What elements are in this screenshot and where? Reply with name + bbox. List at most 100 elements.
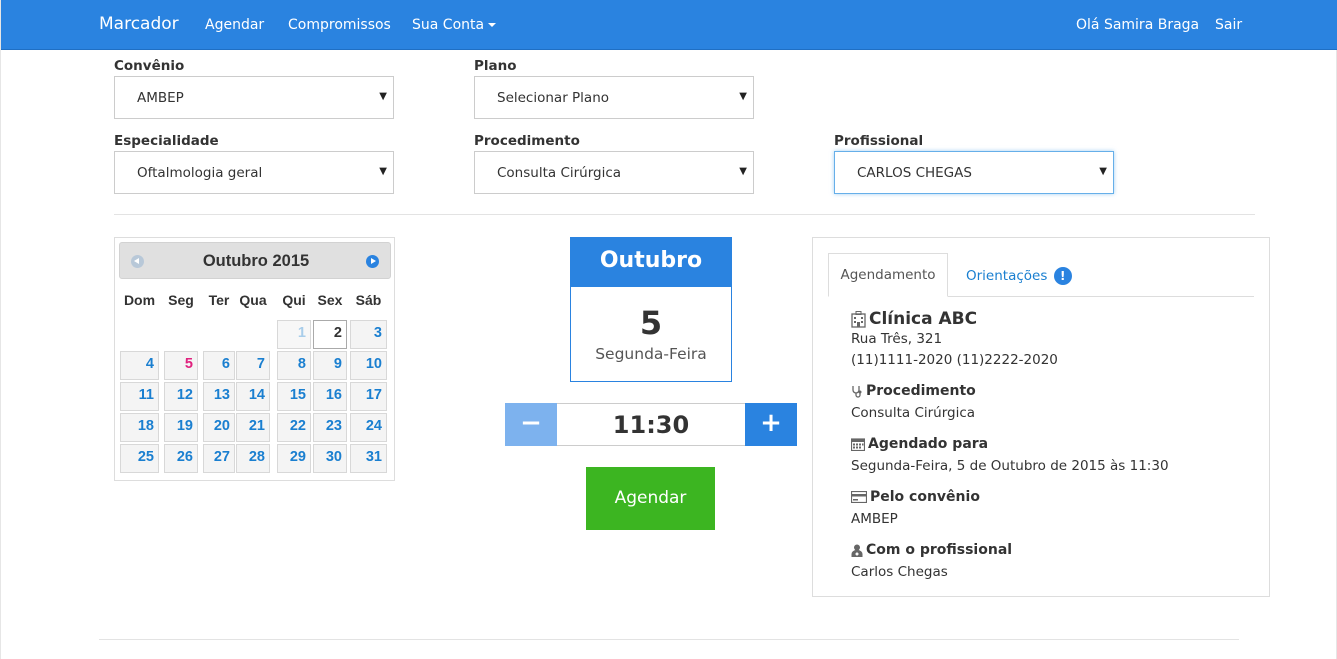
logout-link[interactable]: Sair: [1215, 17, 1242, 33]
caret-down-icon: [488, 23, 497, 27]
calendar-day[interactable]: 18: [120, 413, 159, 442]
clinic-phones: (11)1111-2020 (11)2222-2020: [851, 352, 1058, 368]
profissional-row: Com o profissional: [851, 542, 1012, 558]
divider: [114, 214, 1255, 215]
procedimento-row: Procedimento: [851, 383, 976, 399]
convenio-label: Convênio: [114, 58, 185, 74]
weekday-header: Dom: [123, 292, 156, 308]
procedimento-select[interactable]: Consulta Cirúrgica ▼: [474, 151, 754, 194]
convenio-select[interactable]: AMBEP ▼: [114, 76, 394, 119]
agendado-value: Segunda-Feira, 5 de Outubro de 2015 às 1…: [851, 458, 1169, 474]
calendar-day[interactable]: 8: [277, 351, 311, 380]
convenio-value: AMBEP: [137, 90, 184, 106]
weekday-header: Sex: [317, 292, 343, 308]
user-md-icon: [851, 544, 863, 557]
nav-compromissos[interactable]: Compromissos: [288, 17, 391, 33]
plano-label: Plano: [474, 58, 517, 74]
nav-agendar[interactable]: Agendar: [205, 17, 264, 33]
calendar-icon: [851, 438, 865, 451]
calendar-day[interactable]: 12: [164, 382, 198, 411]
procedimento-title: Procedimento: [866, 383, 976, 399]
top-navbar: Marcador Agendar Compromissos Sua Conta …: [1, 0, 1337, 50]
profissional-value: CARLOS CHEGAS: [857, 165, 972, 181]
calendar-day[interactable]: 14: [236, 382, 270, 411]
weekday-header: Seg: [168, 292, 194, 308]
calendar-day[interactable]: 7: [236, 351, 270, 380]
tab-orientacoes[interactable]: Orientações !: [966, 267, 1072, 285]
calendar-header: Outubro 2015: [119, 242, 391, 279]
calendar-day[interactable]: 3: [350, 320, 387, 349]
user-greeting[interactable]: Olá Samira Braga: [1076, 17, 1199, 33]
tab-agendamento[interactable]: Agendamento: [828, 253, 948, 297]
footer-divider: [99, 639, 1239, 640]
calendar-day[interactable]: 26: [164, 444, 198, 473]
dropdown-arrow-icon: ▼: [379, 91, 387, 102]
calendar-day[interactable]: 25: [120, 444, 159, 473]
especialidade-value: Oftalmologia geral: [137, 165, 263, 181]
profissional-label: Profissional: [834, 133, 924, 149]
calendar-day[interactable]: 21: [236, 413, 270, 442]
procedimento-label: Procedimento: [474, 133, 580, 149]
weekday-header: Qua: [239, 292, 267, 308]
plano-select[interactable]: Selecionar Plano ▼: [474, 76, 754, 119]
calendar-day[interactable]: 10: [350, 351, 387, 380]
procedimento-summary-value: Consulta Cirúrgica: [851, 405, 976, 421]
agendado-row: Agendado para: [851, 436, 988, 452]
calendar-day[interactable]: 27: [203, 444, 235, 473]
calendar-day[interactable]: 28: [236, 444, 270, 473]
next-month-icon[interactable]: [366, 255, 379, 268]
calendar-day[interactable]: 29: [277, 444, 311, 473]
stethoscope-icon: [852, 385, 862, 398]
weekday-header: Qui: [282, 292, 306, 308]
calendar-day[interactable]: 11: [120, 382, 159, 411]
clinic-name: Clínica ABC: [869, 309, 978, 329]
calendar-day[interactable]: 20: [203, 413, 235, 442]
weekday-header: Sáb: [355, 292, 382, 308]
nav-sua-conta-label: Sua Conta: [412, 17, 485, 33]
dropdown-arrow-icon: ▼: [739, 91, 747, 102]
credit-card-icon: [851, 491, 867, 503]
summary-panel: Agendamento Orientações ! Clínica ABC Ru…: [812, 237, 1270, 597]
clinic-name-row: Clínica ABC: [851, 309, 977, 329]
time-decrease-button[interactable]: −: [505, 403, 557, 446]
profissional-title: Com o profissional: [866, 542, 1013, 558]
hospital-icon: [851, 310, 866, 328]
especialidade-label: Especialidade: [114, 133, 219, 149]
convenio-title: Pelo convênio: [870, 489, 980, 505]
procedimento-value: Consulta Cirúrgica: [497, 165, 622, 181]
calendar-day[interactable]: 16: [313, 382, 347, 411]
calendar-day[interactable]: 24: [350, 413, 387, 442]
agendado-title: Agendado para: [868, 436, 989, 452]
calendar-day[interactable]: 19: [164, 413, 198, 442]
especialidade-select[interactable]: Oftalmologia geral ▼: [114, 151, 394, 194]
calendar-day[interactable]: 23: [313, 413, 347, 442]
dropdown-arrow-icon: ▼: [739, 166, 747, 177]
calendar-day[interactable]: 5: [164, 351, 198, 380]
nav-sua-conta[interactable]: Sua Conta: [412, 17, 497, 33]
calendar-day[interactable]: 2: [313, 320, 347, 349]
calendar-day[interactable]: 17: [350, 382, 387, 411]
calendar-day[interactable]: 9: [313, 351, 347, 380]
profissional-summary-value: Carlos Chegas: [851, 564, 948, 580]
calendar-day[interactable]: 31: [350, 444, 387, 473]
clinic-address: Rua Três, 321: [851, 331, 943, 347]
calendar-day[interactable]: 30: [313, 444, 347, 473]
dropdown-arrow-icon: ▼: [379, 166, 387, 177]
calendar-day[interactable]: 13: [203, 382, 235, 411]
calendar-day[interactable]: 15: [277, 382, 311, 411]
dropdown-arrow-icon: ▼: [1099, 166, 1107, 177]
tab-orientacoes-label: Orientações: [966, 268, 1048, 284]
plano-value: Selecionar Plano: [497, 90, 610, 106]
calendar: Outubro 2015 Dom Seg Ter Qua Qui Sex Sáb 1 2 3 4 5 6…: [114, 237, 395, 481]
calendar-day[interactable]: 22: [277, 413, 311, 442]
time-increase-button[interactable]: +: [745, 403, 797, 446]
profissional-select[interactable]: CARLOS CHEGAS ▼: [834, 151, 1114, 194]
brand-link[interactable]: Marcador: [99, 14, 179, 34]
convenio-summary-value: AMBEP: [851, 511, 898, 527]
agendar-button[interactable]: Agendar: [586, 467, 715, 530]
time-value: 11:30: [557, 403, 745, 446]
calendar-day[interactable]: 6: [203, 351, 235, 380]
alert-badge: !: [1053, 267, 1072, 285]
selected-day-number: 5: [639, 304, 663, 342]
calendar-day[interactable]: 4: [120, 351, 159, 380]
